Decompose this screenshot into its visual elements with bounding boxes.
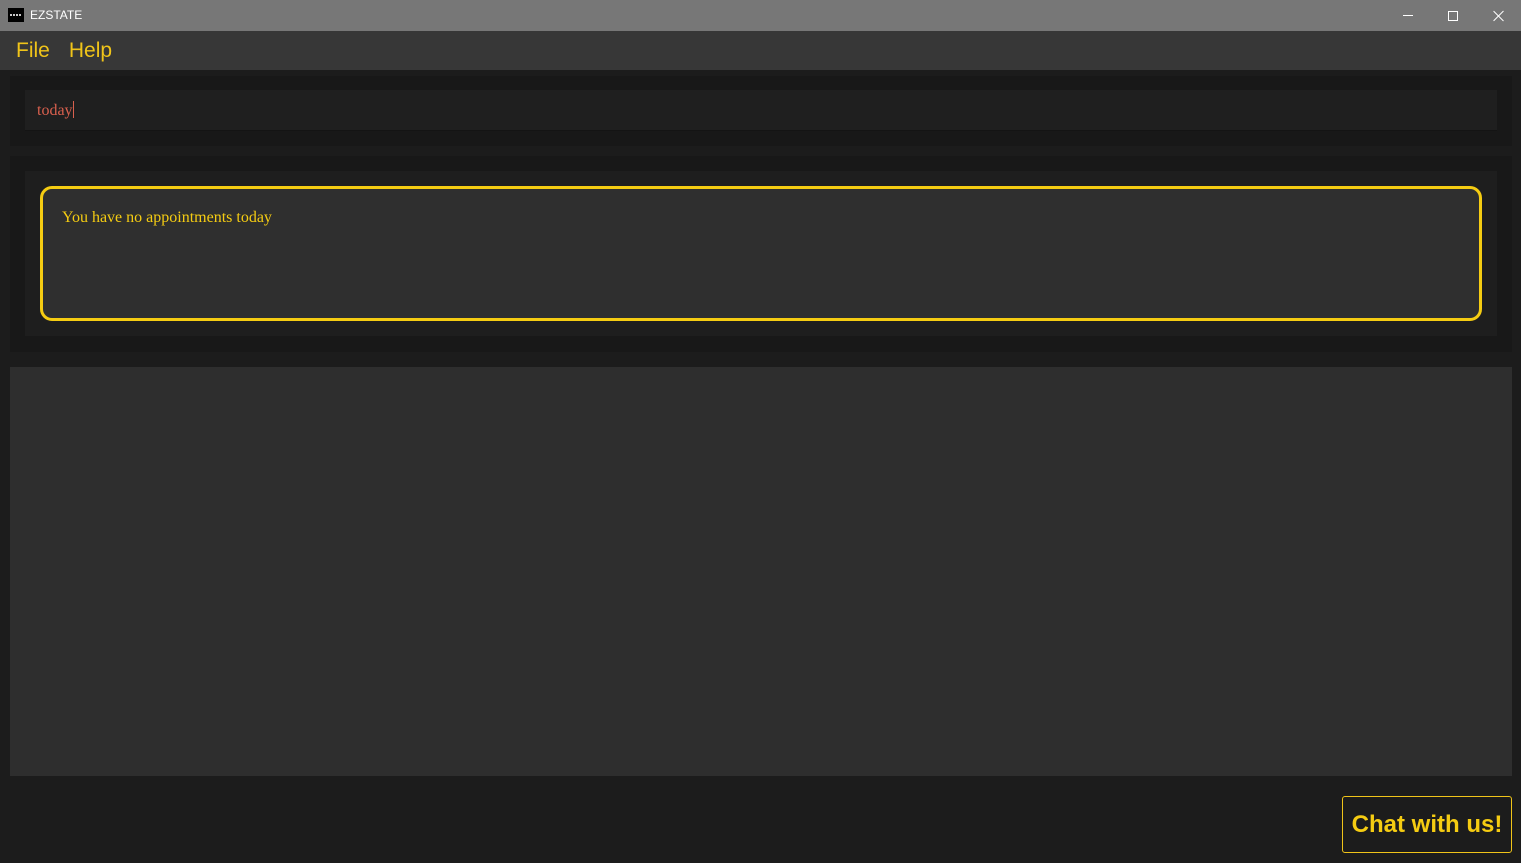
maximize-icon [1448, 10, 1458, 21]
menu-help[interactable]: Help [59, 39, 121, 63]
window-title: EZSTATE [30, 8, 83, 22]
menu-file[interactable]: File [0, 39, 59, 63]
title-bar: EZSTATE [0, 0, 1521, 31]
command-input-text: today [37, 101, 74, 119]
text-caret [72, 101, 74, 118]
result-message-box: You have no appointments today [40, 186, 1482, 321]
chat-button[interactable]: Chat with us! [1342, 796, 1512, 853]
close-icon [1493, 10, 1505, 22]
minimize-icon [1403, 15, 1413, 16]
result-display-area: You have no appointments today [25, 171, 1497, 336]
command-panel: today [10, 76, 1512, 146]
command-input[interactable]: today [25, 90, 1497, 131]
app-logo-icon [8, 8, 24, 22]
close-button[interactable] [1476, 0, 1521, 31]
list-panel [10, 367, 1512, 776]
minimize-button[interactable] [1385, 0, 1431, 31]
maximize-button[interactable] [1430, 0, 1476, 31]
result-message: You have no appointments today [62, 209, 272, 226]
result-panel: You have no appointments today [10, 156, 1512, 352]
menu-bar: File Help [0, 31, 1521, 70]
